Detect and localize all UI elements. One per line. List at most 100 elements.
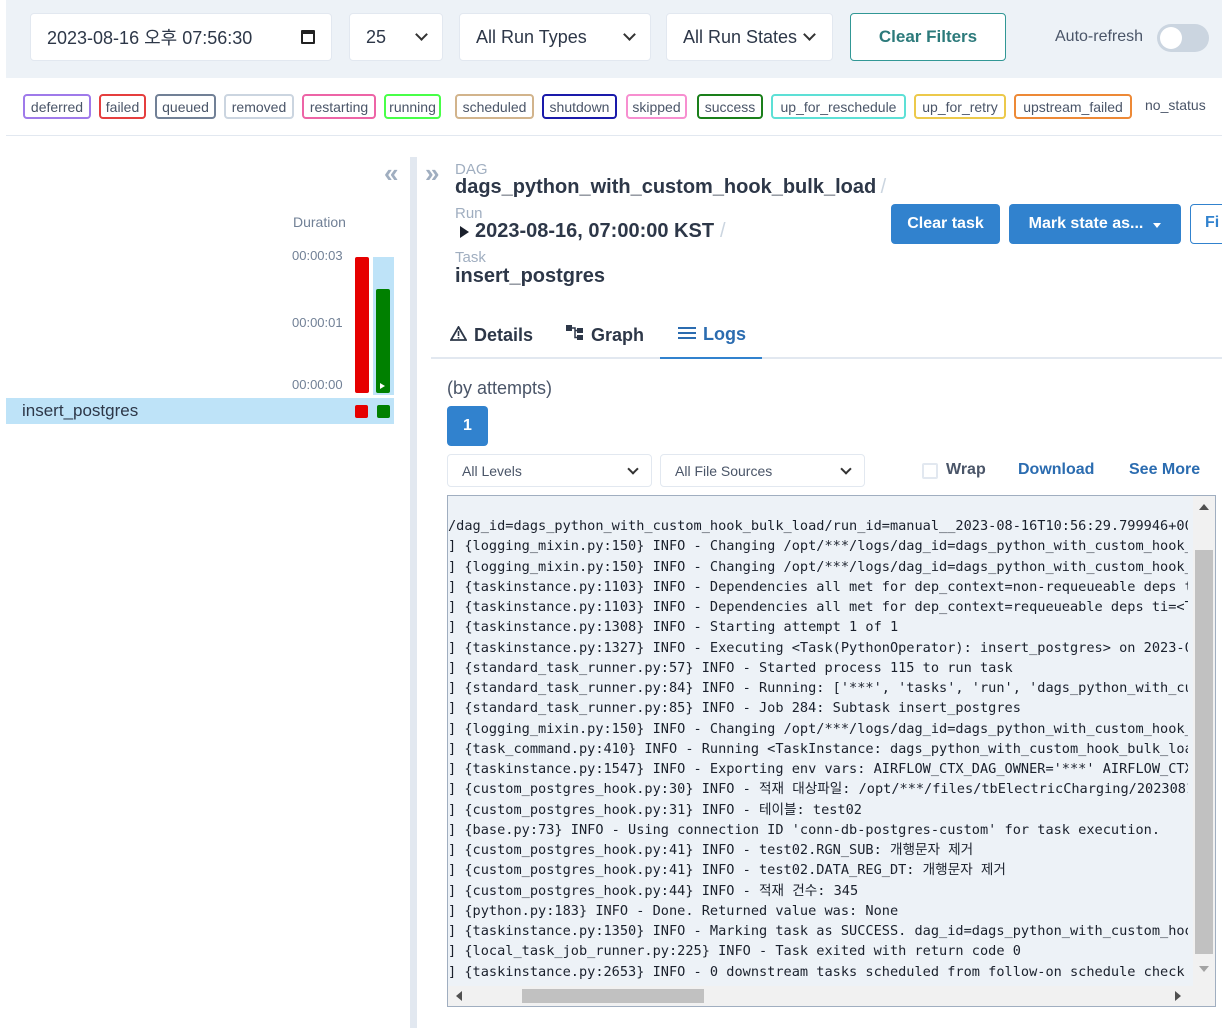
scroll-left-icon[interactable] [456, 991, 462, 1001]
task-id: insert_postgres [455, 265, 606, 287]
legend-item-success[interactable]: success [697, 94, 763, 119]
chevron-down-icon [840, 462, 852, 475]
mark-state-label: Mark state as... [1028, 215, 1144, 232]
legend-item-scheduled[interactable]: scheduled [455, 94, 534, 119]
execution-date-picker[interactable]: 2023-08-16 오후 07:56:30 [30, 13, 332, 61]
tab-logs[interactable]: Logs [660, 312, 762, 359]
log-line: ] {taskinstance.py:1327} INFO - Executin… [448, 639, 1188, 656]
chevron-down-icon [803, 28, 816, 41]
run-duration-bar-failed[interactable] [355, 257, 369, 393]
legend-item-skipped[interactable]: skipped [626, 94, 687, 119]
scroll-down-icon[interactable] [1199, 966, 1209, 972]
legend-item-shutdown[interactable]: shutdown [542, 94, 617, 119]
dag-id-link[interactable]: dags_python_with_custom_hook_bulk_load [455, 176, 876, 198]
task-label: Task [455, 249, 486, 266]
execution-date-value: 2023-08-16 오후 07:56:30 [47, 28, 253, 48]
download-button[interactable]: Download [1018, 461, 1094, 479]
log-line: ] {custom_postgres_hook.py:41} INFO - te… [448, 862, 1006, 879]
legend-item-restarting[interactable]: restarting [302, 94, 376, 119]
log-line: ] {standard_task_runner.py:84} INFO - Ru… [448, 680, 1188, 696]
chevron-down-icon [415, 28, 428, 41]
warning-triangle-icon [449, 325, 468, 346]
log-line: ] {python.py:183} INFO - Done. Returned … [448, 902, 899, 919]
calendar-icon[interactable] [301, 30, 315, 44]
auto-refresh-toggle[interactable] [1157, 24, 1209, 52]
log-line: ] {task_command.py:410} INFO - Running <… [448, 740, 1188, 757]
file-source-select[interactable]: All File Sources [660, 454, 865, 487]
chevron-down-icon [623, 28, 636, 41]
legend-item-running[interactable]: running [384, 94, 441, 119]
log-line: ] {custom_postgres_hook.py:31} INFO - 테이… [448, 801, 862, 818]
duration-tick: 00:00:01 [292, 315, 343, 330]
legend-item-upstream-failed[interactable]: upstream_failed [1014, 94, 1132, 119]
tab-details[interactable]: Details [449, 312, 533, 359]
scroll-thumb[interactable] [1195, 550, 1213, 954]
log-level-value: All Levels [462, 462, 522, 479]
log-line: ] {local_task_job_runner.py:225} INFO - … [448, 943, 1021, 960]
duration-label: Duration [293, 214, 346, 230]
file-source-value: All File Sources [675, 462, 773, 479]
legend-item-up-for-reschedule[interactable]: up_for_reschedule [771, 94, 906, 119]
log-line: /dag_id=dags_python_with_custom_hook_bul… [448, 518, 1188, 534]
mark-state-button[interactable]: Mark state as... [1009, 204, 1181, 244]
divider [6, 135, 1222, 136]
legend-item-no-status[interactable]: no_status [1145, 97, 1206, 113]
attempt-button[interactable]: 1 [447, 406, 488, 446]
log-line: ] {taskinstance.py:1547} INFO - Exportin… [448, 761, 1188, 777]
run-id-link[interactable]: 2023-08-16, 07:00:00 KST [475, 220, 714, 243]
tab-graph[interactable]: Graph [566, 312, 644, 359]
task-instance-success[interactable] [377, 405, 390, 418]
legend-item-removed[interactable]: removed [224, 94, 294, 119]
graph-icon [566, 325, 584, 346]
page-size-select[interactable]: 25 [349, 13, 443, 61]
legend-item-up-for-retry[interactable]: up_for_retry [914, 94, 1006, 119]
log-line: ] {taskinstance.py:1308} INFO - Starting… [448, 619, 899, 636]
legend-item-failed[interactable]: failed [99, 94, 146, 119]
legend-item-queued[interactable]: queued [155, 94, 216, 119]
task-name: insert_postgres [22, 401, 139, 420]
wrap-checkbox[interactable] [922, 463, 938, 479]
scroll-right-icon[interactable] [1175, 991, 1181, 1001]
attempts-label: (by attempts) [447, 378, 553, 398]
caret-down-icon [1153, 222, 1162, 228]
scroll-up-icon[interactable] [1199, 504, 1209, 510]
task-row[interactable]: insert_postgres [6, 398, 394, 424]
breadcrumb-run: 2023-08-16, 07:00:00 KST / [460, 220, 726, 243]
log-lines: /dag_id=dags_python_with_custom_hook_bul… [448, 516, 1188, 986]
log-line: ] {taskinstance.py:1350} INFO - Marking … [448, 923, 1188, 939]
collapse-details-icon[interactable]: « [384, 158, 398, 189]
log-line: ] {standard_task_runner.py:85} INFO - Jo… [448, 700, 1021, 717]
vertical-scrollbar[interactable] [1193, 496, 1215, 988]
tab-label: Graph [591, 325, 645, 345]
auto-refresh-label: Auto-refresh [1055, 28, 1144, 45]
duration-tick: 00:00:03 [292, 248, 343, 263]
list-icon [678, 324, 696, 345]
panel-resizer[interactable] [410, 157, 417, 1028]
run-states-select[interactable]: All Run States [666, 13, 833, 61]
log-line: ] {custom_postgres_hook.py:44} INFO - 적재… [448, 882, 859, 899]
expand-details-icon[interactable]: » [425, 158, 439, 189]
task-instance-failed[interactable] [355, 405, 368, 418]
page-size-value: 25 [366, 26, 387, 47]
log-line: ] {standard_task_runner.py:57} INFO - St… [448, 659, 1013, 676]
run-types-value: All Run Types [476, 26, 587, 47]
scroll-thumb[interactable] [522, 989, 704, 1003]
run-states-value: All Run States [683, 26, 798, 47]
duration-tick: 00:00:00 [292, 377, 343, 392]
log-line: ] {base.py:73} INFO - Using connection I… [448, 821, 1161, 838]
log-viewer[interactable]: /dag_id=dags_python_with_custom_hook_bul… [447, 495, 1216, 1007]
clear-task-button[interactable]: Clear task [891, 204, 1000, 244]
filter-bar: 2023-08-16 오후 07:56:30 25 All Run Types … [6, 0, 1222, 78]
horizontal-scrollbar[interactable] [448, 986, 1215, 1006]
log-line: ] {logging_mixin.py:150} INFO - Changing… [448, 558, 1188, 575]
clear-filters-button[interactable]: Clear Filters [850, 13, 1006, 61]
filter-button[interactable]: Fi [1190, 204, 1222, 244]
tab-label: Logs [703, 324, 746, 344]
log-line: ] {logging_mixin.py:150} INFO - Changing… [448, 538, 1188, 555]
run-types-select[interactable]: All Run Types [459, 13, 651, 61]
log-level-select[interactable]: All Levels [447, 454, 652, 487]
legend-item-deferred[interactable]: deferred [23, 94, 91, 119]
run-duration-bar-success[interactable] [376, 289, 390, 393]
see-more-button[interactable]: See More [1129, 461, 1200, 479]
breadcrumb-separator: / [720, 220, 726, 242]
